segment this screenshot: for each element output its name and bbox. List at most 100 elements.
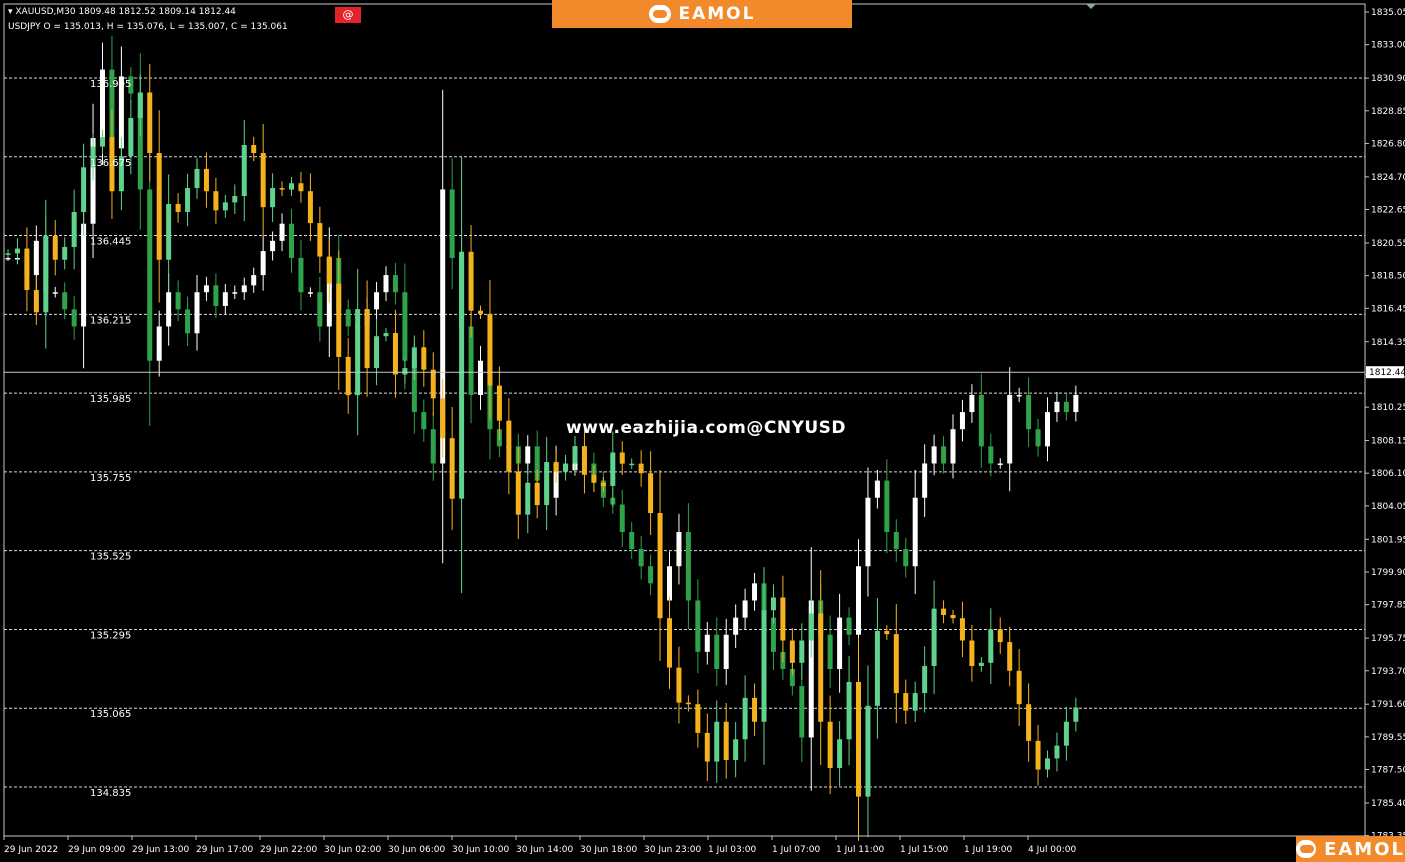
usdjpy-candle-body [676, 531, 682, 567]
xauusd-candle-body [241, 145, 247, 197]
xauusd-candle-body [185, 188, 191, 212]
xauusd-candle-body [648, 473, 654, 514]
right-axis-label: 1814.35 [1371, 338, 1405, 348]
xauusd-candle-body [856, 681, 861, 797]
usdjpy-candles [5, 35, 1079, 791]
left-axis-label: 135.755 [90, 473, 131, 484]
xauusd-candle-body [789, 640, 795, 663]
xauusd-candle-body [459, 251, 465, 499]
usdjpy-candle-body [969, 394, 975, 413]
right-axis-label: 1828.85 [1371, 107, 1405, 117]
usdjpy-candle-body [421, 412, 427, 430]
x-axis-label: 29 Jun 17:00 [196, 845, 253, 855]
usdjpy-candle-body [298, 257, 304, 293]
xauusd-candle-body [289, 183, 294, 190]
xauusd-candle-body [345, 356, 351, 396]
usdjpy-candle-body [1073, 394, 1079, 413]
right-axis-label: 1816.45 [1371, 304, 1405, 314]
usdjpy-candle-body [52, 292, 58, 294]
xauusd-candle-body [969, 640, 975, 666]
right-axis-label: 1801.95 [1371, 535, 1405, 545]
xauusd-candle-body [506, 420, 512, 472]
usdjpy-candle-body [931, 446, 937, 464]
xauusd-candle-body [780, 597, 786, 641]
xauusd-candle-body [704, 732, 710, 762]
right-axis-label: 1785.40 [1371, 799, 1405, 809]
x-axis-label: 1 Jul 03:00 [708, 845, 757, 855]
usdjpy-candle-body [222, 292, 228, 306]
xauusd-candle-body [884, 630, 890, 635]
left-axis-label: 135.985 [90, 394, 131, 405]
xauusd-candle-body [752, 697, 758, 722]
xauusd-candle-body [959, 618, 965, 641]
xauusd-candle-body [846, 681, 852, 740]
xauusd-candle-body [1063, 721, 1069, 746]
xauusd-candle-body [931, 608, 937, 666]
xauusd-candle-body [270, 188, 276, 208]
right-axis-label: 1835.05 [1371, 8, 1405, 18]
usdjpy-candle-body [213, 285, 219, 306]
usdjpy-candle-body [62, 292, 68, 310]
xauusd-candle-body [156, 152, 162, 260]
left-axis-label: 135.065 [90, 709, 131, 720]
xauusd-candle-body [232, 196, 238, 203]
usdjpy-candle-body [392, 275, 398, 293]
watermark-text: www.eazhijia.com@CNYUSD [566, 418, 847, 438]
xauusd-candle-body [629, 463, 635, 466]
xauusd-candle-body [1007, 642, 1013, 671]
xauusd-candle-body [893, 634, 899, 694]
chart-shift-marker-icon[interactable] [1086, 4, 1096, 9]
usdjpy-candle-body [203, 285, 209, 293]
right-axis-label: 1793.70 [1371, 667, 1405, 677]
xauusd-candle-body [818, 613, 824, 722]
x-axis-label: 30 Jun 10:00 [452, 845, 509, 855]
xauusd-candle-body [468, 251, 474, 311]
xauusd-candle-body [175, 203, 181, 212]
usdjpy-candle-body [1063, 401, 1069, 413]
usdjpy-candle-body [430, 429, 436, 464]
xauusd-candle-body [364, 309, 370, 369]
alert-button[interactable]: @ [335, 7, 361, 23]
left-axis-label: 136.905 [90, 79, 131, 90]
usdjpy-candle-body [988, 446, 994, 464]
xauusd-candle-body [761, 610, 767, 722]
x-axis-label: 30 Jun 23:00 [644, 845, 701, 855]
xauusd-candle-body [515, 471, 521, 515]
xauusd-candle-body [260, 152, 266, 208]
usdjpy-candle-body [912, 497, 918, 567]
usdjpy-candle-body [449, 189, 455, 258]
usdjpy-candle-body [307, 292, 313, 294]
right-axis-label: 1824.70 [1371, 173, 1405, 183]
xauusd-candle-body [213, 191, 219, 211]
right-axis-label: 1818.50 [1371, 272, 1405, 282]
xauusd-candle-body [392, 333, 398, 375]
xauusd-candle-body [667, 618, 672, 668]
xauusd-candle-body [714, 721, 720, 762]
right-axis-label: 1795.75 [1371, 634, 1405, 644]
xauusd-candle-body [581, 446, 587, 475]
xauusd-candle-body [14, 248, 20, 254]
xauusd-candle-body [827, 721, 833, 768]
xauusd-candle-body [874, 630, 880, 706]
usdjpy-candle-body [1016, 394, 1022, 397]
xauusd-candle-body [71, 211, 77, 247]
usdjpy-candle-body [723, 634, 729, 669]
usdjpy-candle-body [1054, 401, 1060, 413]
xauusd-candle-body [997, 629, 1003, 643]
xauusd-candle-body [128, 117, 134, 157]
xauusd-candle-body [203, 168, 209, 192]
xauusd-candle-body [685, 702, 691, 705]
xauusd-candle-body [572, 446, 578, 464]
xauusd-candle-body [695, 704, 701, 733]
right-axis-label: 1826.80 [1371, 139, 1405, 149]
xauusd-candle-body [676, 667, 682, 703]
usdjpy-candle-body [317, 292, 323, 327]
right-axis-label: 1797.85 [1371, 601, 1405, 611]
usdjpy-candle-body [185, 309, 191, 334]
right-axis-label: 1810.25 [1371, 403, 1405, 413]
eamol-logo-top: EAMOL [552, 0, 852, 28]
x-axis-label: 29 Jun 2022 [4, 845, 58, 855]
usdjpy-candle-body [827, 634, 833, 669]
right-axis-label: 1822.65 [1371, 206, 1405, 216]
usdjpy-candle-body [279, 223, 285, 241]
